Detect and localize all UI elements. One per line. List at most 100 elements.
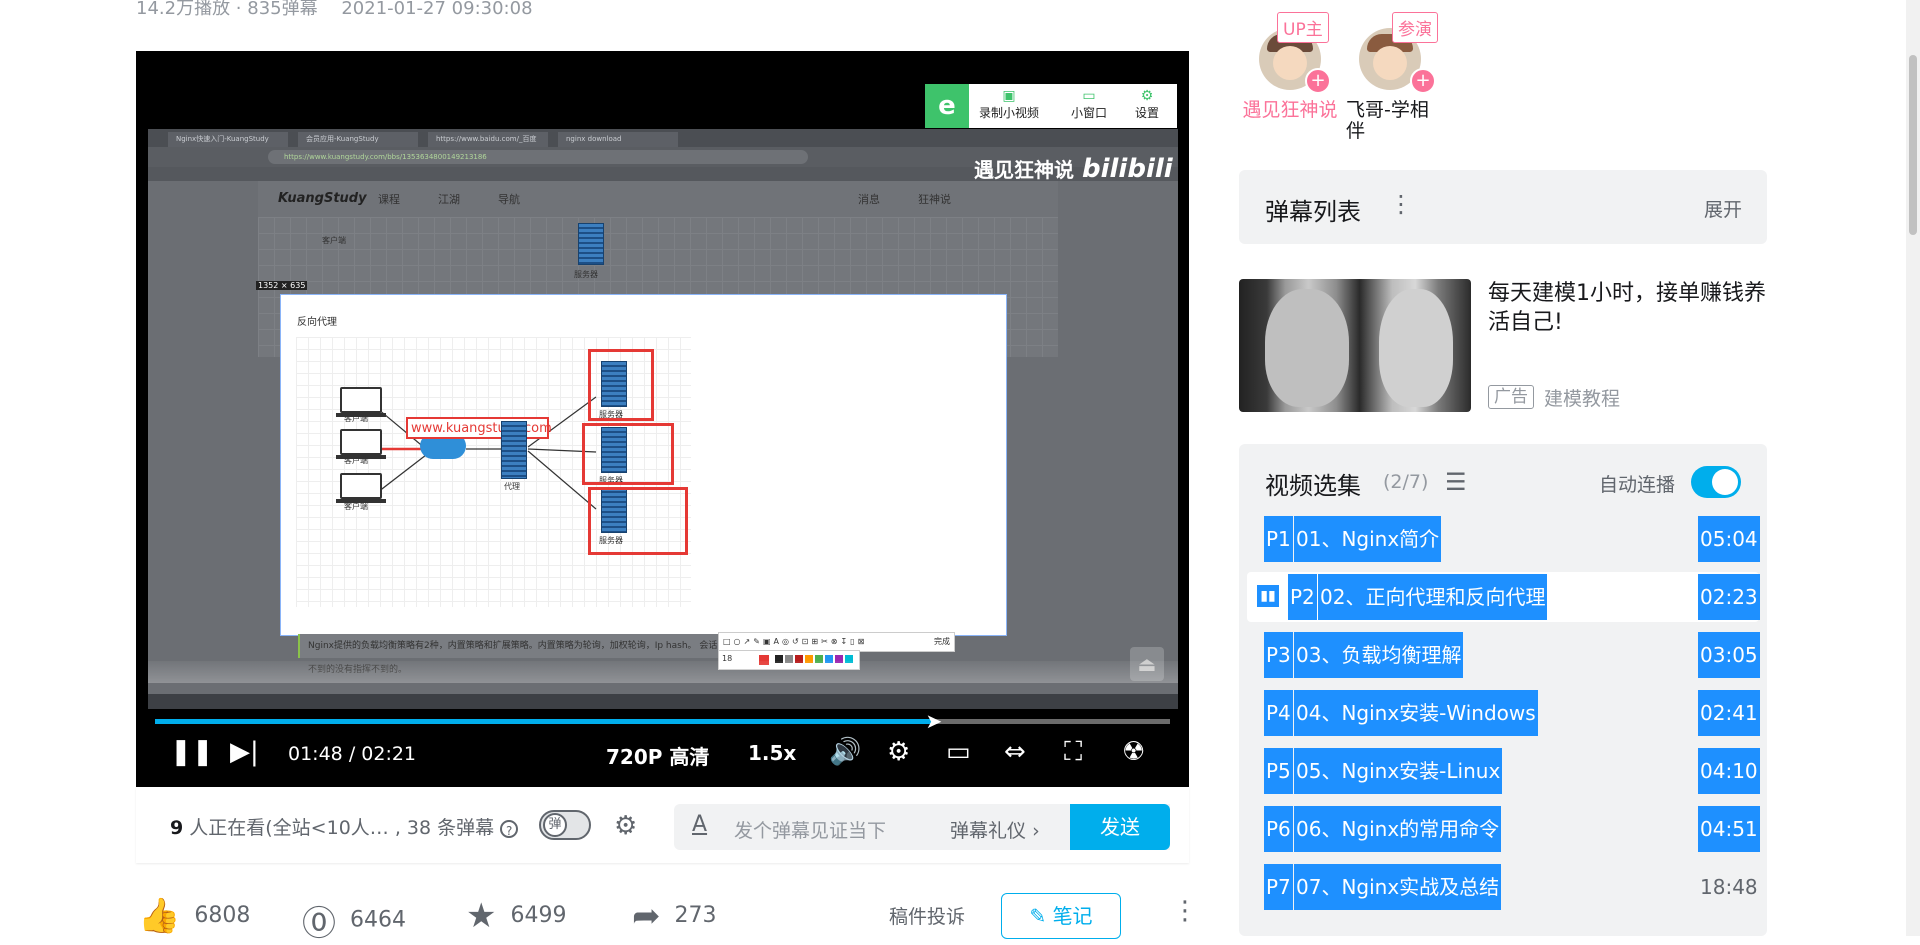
more-vertical-icon[interactable]: ⋮ [1172,896,1198,926]
volume-icon[interactable]: 🔊 [829,737,861,767]
ad-title[interactable]: 每天建模1小时，接单赚钱养活自己! [1488,279,1768,337]
list-icon[interactable]: ☰ [1445,468,1467,496]
role-tag: 参演 [1392,12,1438,43]
address-text: https://www.kuangstudy.com/bbs/135363480… [268,150,808,164]
favorite-button[interactable]: ★ 6499 [466,896,566,936]
page-scrollbar[interactable] [1906,0,1920,936]
danmaku-etiquette-link[interactable]: 弹幕礼仪 › [950,816,1040,843]
danmaku-list-panel[interactable]: 弹幕列表 ⋮ 展开 [1239,170,1767,244]
ad-thumbnail[interactable] [1239,279,1471,412]
quality-button[interactable]: 720P 高清 [606,741,709,770]
episode-item[interactable]: P4 04、Nginx安装-Windows 02:41 [1247,688,1760,738]
server-icon [578,223,604,265]
next-button[interactable]: ▶| [230,737,259,767]
like-count: 6808 [194,903,251,928]
episode-number: P5 [1264,748,1293,794]
episode-number: P7 [1264,864,1293,910]
mini-window-icon: ▭ [1082,88,1096,104]
ad-head-left [1265,289,1349,407]
watching-count: 9 [170,817,184,839]
episode-duration: 03:05 [1698,632,1760,678]
episode-number: P1 [1264,516,1293,562]
autoplay-toggle[interactable] [1691,466,1741,498]
toggle-knob [1712,469,1738,495]
danmaku-input[interactable]: 发个弹幕见证当下 [734,816,886,843]
danmaku-list-title: 弹幕列表 [1265,198,1361,226]
danmaku-toggle[interactable]: 弹 [539,810,591,840]
notes-button[interactable]: ✎ 笔记 [1001,893,1121,939]
scrollbar-thumb[interactable] [1909,55,1917,235]
ad-source[interactable]: 建模教程 [1544,384,1620,411]
episode-item[interactable]: P3 03、负载均衡理解 03:05 [1247,630,1760,680]
bilibili-watermark: 遇见狂神说 bilibili [974,154,1173,184]
episode-item-active[interactable]: ▮▮ P2 02、正向代理和反向代理 02:23 [1247,572,1760,622]
creator-up[interactable]: UP主 + 遇见狂神说 [1235,12,1345,121]
progress-knob-icon[interactable]: ➤ [926,711,943,731]
browser-logo-icon: e [925,84,969,128]
popup-title: 反向代理 [297,317,337,328]
episode-item[interactable]: P6 06、Nginx的常用命令 04:51 [1247,804,1760,854]
progress-bar[interactable]: ➤ [155,711,1170,731]
like-button[interactable]: 👍 6808 [138,896,250,936]
picture-in-picture-icon[interactable]: ▭ [946,737,971,767]
site-logo: KuangStudy [278,191,367,206]
episode-number: P3 [1264,632,1293,678]
widescreen-icon[interactable]: ⇔ [1004,737,1026,767]
episode-duration: 02:41 [1698,690,1760,736]
episode-title: 03、负载均衡理解 [1294,632,1464,678]
follow-plus-icon[interactable]: + [1305,68,1331,94]
episode-duration: 04:10 [1698,748,1760,794]
size-badge: 1352 × 635 [256,281,308,290]
screenshot-popup: 反向代理 客户端 客户端 客户端 www.kuangstudy.com 代理 服… [280,294,1007,636]
watermark-name: 遇见狂神说 [974,158,1074,182]
highlight-box [588,349,654,421]
mini-window-button[interactable]: ▭ 小窗口 [1071,88,1107,121]
player-settings-icon[interactable]: ⚙ [887,737,910,767]
fullscreen-icon[interactable]: ☢ [1122,737,1145,767]
article-text-line: Nginx提供的负载均衡策略有2种，内置策略和扩展策略。内置策略为轮询，加权轮询… [308,641,697,651]
publish-date: 2021-01-27 09:30:08 [341,0,533,19]
episode-item[interactable]: P5 05、Nginx安装-Linux 04:10 [1247,746,1760,796]
browser-tab: 会员应用-KuangStudy [298,132,418,147]
video-frame[interactable]: Nginx快速入门-KuangStudy 会员应用-KuangStudy htt… [148,129,1178,709]
creator-name[interactable]: 飞哥-学相伴 [1340,100,1438,142]
watermark-logo: bilibili [1082,154,1173,184]
send-button[interactable]: 发送 [1070,804,1170,850]
help-icon[interactable]: ? [500,819,519,838]
danmaku-style-icon[interactable]: A [692,812,707,837]
share-icon: ➦ [632,896,661,936]
windows-taskbar [148,694,1178,709]
danmaku-settings-icon[interactable]: ⚙ [614,811,637,841]
playlist-count: (2/7) [1383,471,1429,493]
share-count: 273 [674,903,717,928]
star-icon: ★ [466,896,497,936]
client-label: 客户端 [344,456,368,465]
episode-item[interactable]: P1 01、Nginx简介 05:04 [1247,514,1760,564]
proxy-server-icon [501,421,527,479]
web-fullscreen-icon[interactable]: ⛶ [1064,737,1082,768]
settings-button[interactable]: ⚙ 设置 [1135,88,1159,121]
watching-text: 人正在看(全站<10人… , 38 条弹幕 [183,817,495,839]
follow-plus-icon[interactable]: + [1410,68,1436,94]
coin-button[interactable]: ⓪ 6464 [302,896,406,945]
article-text: Nginx提供的负载均衡策略有2种，内置策略和扩展策略。内置策略为轮询，加权轮询… [298,634,718,675]
client-label: 客户端 [344,502,368,511]
share-button[interactable]: ➦ 273 [632,896,717,936]
report-link[interactable]: 稿件投诉 [889,902,965,929]
play-count: 14.2万播放 · 835弹幕 [136,0,318,19]
pause-button[interactable]: ❚❚ [170,737,214,767]
danmaku-send-bar: 9 人正在看(全站<10人… , 38 条弹幕 ? 弹 ⚙ A 发个弹幕见证当下… [136,787,1189,863]
expand-button[interactable]: 展开 [1704,195,1742,222]
episode-title: 07、Nginx实战及总结 [1294,864,1502,910]
episode-number: P4 [1264,690,1293,736]
record-icon: ▣ [1002,88,1016,104]
record-video-button[interactable]: ▣ 录制小视频 [979,88,1039,121]
creator-name[interactable]: 遇见狂神说 [1235,100,1345,121]
episode-number: P6 [1264,806,1293,852]
episode-item[interactable]: P7 07、Nginx实战及总结 18:48 [1247,862,1759,912]
speed-button[interactable]: 1.5x [748,741,796,765]
more-vertical-icon[interactable]: ⋮ [1389,190,1413,218]
creator-costar[interactable]: 参演 + 飞哥-学相伴 [1340,12,1440,142]
video-player[interactable]: Nginx快速入门-KuangStudy 会员应用-KuangStudy htt… [136,51,1189,787]
progress-fill [155,719,934,724]
